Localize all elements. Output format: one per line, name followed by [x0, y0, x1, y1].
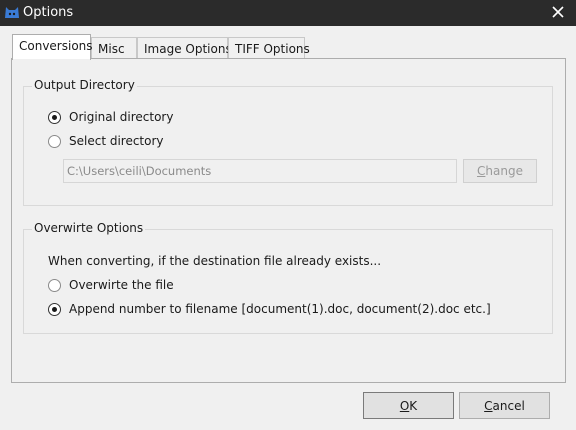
close-icon — [552, 6, 564, 18]
cancel-button[interactable]: Cancel — [459, 392, 550, 419]
conversions-panel: Output Directory Original directory Sele… — [11, 58, 566, 383]
tab-label: TIFF Options — [235, 42, 310, 56]
radio-button-unchecked[interactable] — [48, 278, 61, 292]
tab-label: Image Options — [144, 42, 232, 56]
ok-button[interactable]: OK — [363, 392, 454, 419]
close-button[interactable] — [546, 1, 570, 23]
radio-label: Original directory — [69, 110, 174, 124]
ok-button-label: K — [409, 398, 418, 413]
radio-label: Append number to filename [document(1).d… — [69, 302, 491, 316]
overwrite-options-legend: Overwirte Options — [32, 221, 146, 235]
ok-button-accel: O — [399, 398, 410, 413]
tab-label: Conversions — [19, 39, 93, 53]
tab-tiff-options[interactable]: TIFF Options — [228, 37, 310, 59]
radio-label: Overwirte the file — [69, 278, 174, 292]
radio-label: Select directory — [69, 134, 164, 148]
radio-select-directory[interactable]: Select directory — [48, 134, 164, 148]
overwrite-description: When converting, if the destination file… — [48, 254, 382, 268]
window-title: Options — [23, 5, 74, 20]
directory-path-input[interactable]: C:\Users\ceili\Documents — [63, 159, 457, 183]
change-button-accel: C — [477, 164, 486, 178]
change-button[interactable]: Change — [463, 159, 537, 183]
cancel-button-accel: C — [484, 398, 493, 413]
overwrite-options-group: Overwirte Options When converting, if th… — [23, 221, 553, 334]
directory-path-value: C:\Users\ceili\Documents — [67, 164, 212, 178]
dialog-button-bar: OK Cancel — [0, 384, 576, 430]
tab-image-options[interactable]: Image Options — [137, 37, 232, 59]
change-button-label: hange — [485, 164, 523, 178]
title-bar: Options — [0, 0, 576, 26]
tab-misc[interactable]: Misc — [91, 37, 137, 59]
radio-original-directory[interactable]: Original directory — [48, 110, 173, 124]
output-directory-group: Output Directory Original directory Sele… — [23, 78, 553, 206]
app-cat-icon — [5, 7, 19, 18]
output-directory-legend: Output Directory — [32, 78, 137, 92]
radio-append-number[interactable]: Append number to filename [document(1).d… — [48, 302, 491, 316]
radio-button-checked[interactable] — [48, 110, 61, 124]
radio-button-unchecked[interactable] — [48, 134, 61, 148]
radio-overwrite-file[interactable]: Overwirte the file — [48, 278, 174, 292]
radio-button-checked[interactable] — [48, 302, 61, 316]
tab-conversions[interactable]: Conversions — [12, 34, 93, 62]
cancel-button-label: ancel — [492, 398, 525, 413]
tab-label: Misc — [98, 42, 125, 56]
